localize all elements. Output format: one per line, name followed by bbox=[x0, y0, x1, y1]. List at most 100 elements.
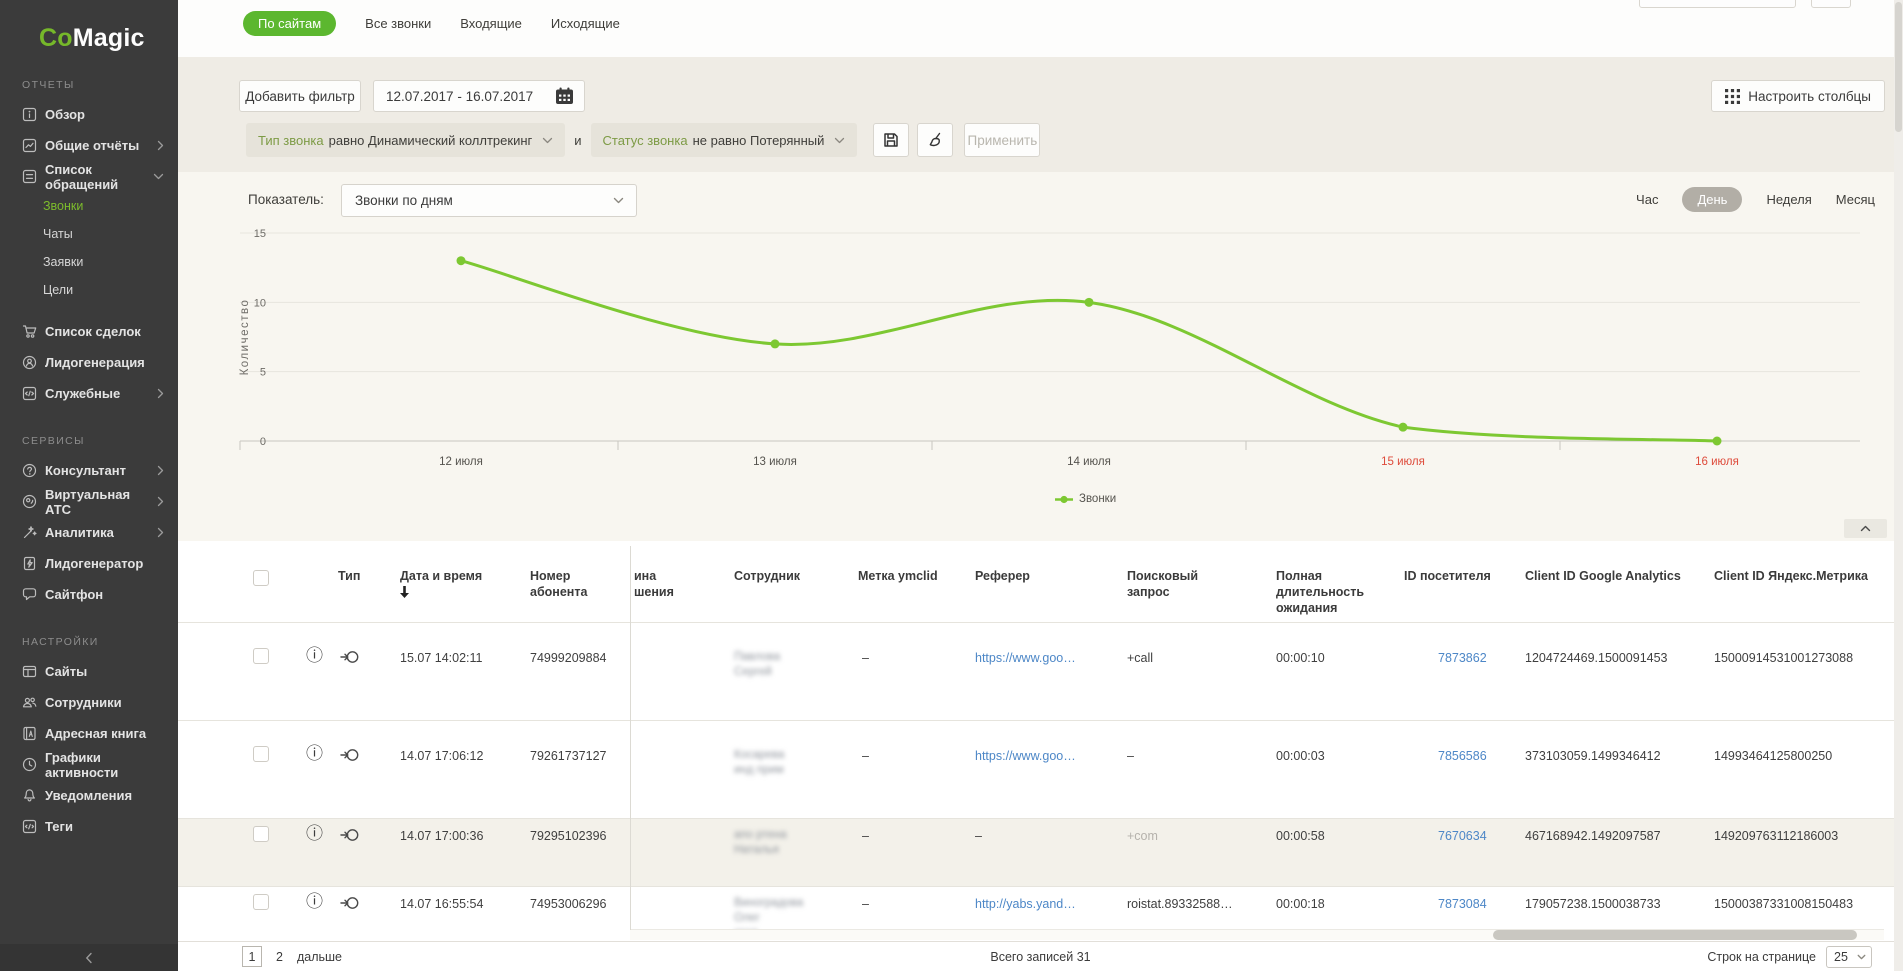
cell-visitor-id[interactable]: 7856586 bbox=[1438, 748, 1487, 764]
cell-search-query: +call bbox=[1127, 650, 1153, 666]
sort-desc-icon[interactable] bbox=[400, 586, 482, 598]
sidebar-gap bbox=[0, 304, 178, 316]
granularity-option[interactable]: Месяц bbox=[1836, 192, 1875, 207]
granularity-option[interactable]: Неделя bbox=[1766, 192, 1811, 207]
sidebar-item-phone-circle[interactable]: Виртуальная АТС bbox=[0, 486, 178, 517]
row-checkbox[interactable] bbox=[253, 746, 269, 762]
sidebar-subitem[interactable]: Цели bbox=[0, 276, 178, 304]
data-point[interactable] bbox=[1399, 423, 1408, 432]
tab-item[interactable]: Входящие bbox=[460, 16, 522, 31]
row-checkbox[interactable] bbox=[253, 894, 269, 910]
save-filter-button[interactable] bbox=[873, 123, 909, 157]
sidebar-item-tag-window[interactable]: Теги bbox=[0, 811, 178, 842]
clear-filter-button[interactable] bbox=[917, 123, 953, 157]
granularity-option[interactable]: Час bbox=[1636, 192, 1658, 207]
tab-item[interactable]: Исходящие bbox=[551, 16, 620, 31]
cell-referrer[interactable]: https://www.goo… bbox=[975, 650, 1076, 666]
column-header-ymclid[interactable]: Метка ymclid bbox=[858, 568, 938, 584]
cell-phone: 74999209884 bbox=[530, 650, 606, 666]
sidebar-item-clock[interactable]: Графики активности bbox=[0, 749, 178, 780]
chevron-right-icon bbox=[157, 496, 164, 507]
sidebar-item-bell[interactable]: Уведомления bbox=[0, 780, 178, 811]
sidebar-item-cart[interactable]: Список сделок bbox=[0, 316, 178, 347]
filter-chip-field: Статус звонка bbox=[603, 133, 688, 148]
data-point[interactable] bbox=[457, 256, 466, 265]
add-filter-button[interactable]: Добавить фильтр bbox=[239, 80, 361, 112]
sidebar-section-label: СЕРВИСЫ bbox=[22, 435, 178, 447]
sidebar-item-label: Графики активности bbox=[45, 750, 164, 780]
configure-columns-button[interactable]: Настроить столбцы bbox=[1711, 80, 1885, 112]
sidebar-item-address-book[interactable]: Адресная книга bbox=[0, 718, 178, 749]
tab-item[interactable]: Все звонки bbox=[365, 16, 431, 31]
sidebar-item-lightning-doc[interactable]: Лидогенератор bbox=[0, 548, 178, 579]
column-header-vid[interactable]: ID посетителя bbox=[1404, 568, 1491, 584]
cell-referrer[interactable]: https://www.goo… bbox=[975, 748, 1076, 764]
tab-active[interactable]: По сайтам bbox=[243, 11, 336, 36]
table-row[interactable]: ⓘ15.07 14:02:1174999209884ПавловаСергей–… bbox=[178, 622, 1903, 720]
data-point[interactable] bbox=[1713, 437, 1722, 446]
column-header-ga[interactable]: Client ID Google Analytics bbox=[1525, 568, 1681, 584]
filter-chip[interactable]: Тип звонкаравно Динамический коллтрекинг bbox=[246, 123, 565, 157]
sidebar-subitem[interactable]: Чаты bbox=[0, 220, 178, 248]
y-tick-label: 5 bbox=[260, 367, 266, 379]
column-header-label: Номер абонента bbox=[530, 569, 587, 599]
metric-value: Звонки по дням bbox=[355, 193, 453, 208]
row-checkbox[interactable] bbox=[253, 826, 269, 842]
apply-filter-button[interactable]: Применить bbox=[964, 123, 1040, 157]
chevron-up-icon bbox=[1860, 525, 1871, 532]
column-header-partial[interactable]: ина шения bbox=[634, 568, 674, 600]
sidebar-collapse-button[interactable] bbox=[0, 944, 178, 971]
comagic-logo[interactable]: CoMagic bbox=[39, 24, 178, 53]
sidebar-item-reports[interactable]: Общие отчёты bbox=[0, 130, 178, 161]
granularity-active[interactable]: День bbox=[1682, 187, 1742, 212]
filter-chips-row: Тип звонкаравно Динамический коллтрекинг… bbox=[246, 123, 1040, 157]
cell-referrer[interactable]: http://yabs.yand… bbox=[975, 896, 1076, 912]
global-search-button[interactable] bbox=[1811, 0, 1851, 8]
column-header-wait[interactable]: Полная длительность ожидания bbox=[1276, 568, 1364, 616]
column-header-type[interactable]: Тип bbox=[338, 568, 360, 584]
data-point[interactable] bbox=[1085, 298, 1094, 307]
table-row[interactable]: ⓘ14.07 17:06:1279261737127Косареваинд пр… bbox=[178, 720, 1903, 818]
metric-select[interactable]: Звонки по дням bbox=[341, 184, 637, 217]
rows-per-page-select[interactable]: 25 bbox=[1826, 946, 1872, 968]
sidebar-item-magic-wand[interactable]: Аналитика bbox=[0, 517, 178, 548]
info-icon[interactable]: ⓘ bbox=[306, 746, 323, 762]
cell-search-query: roistat.89332588… bbox=[1127, 896, 1233, 912]
sidebar-item-table[interactable]: Сайты bbox=[0, 656, 178, 687]
info-icon[interactable]: ⓘ bbox=[306, 648, 323, 664]
cell-visitor-id[interactable]: 7873862 bbox=[1438, 650, 1487, 666]
sidebar-item-code-window[interactable]: Служебные bbox=[0, 378, 178, 409]
sidebar-subitem[interactable]: Заявки bbox=[0, 248, 178, 276]
column-header-ref[interactable]: Реферер bbox=[975, 568, 1030, 584]
info-icon[interactable]: ⓘ bbox=[306, 894, 323, 910]
sidebar-item-requests[interactable]: Список обращений bbox=[0, 161, 178, 192]
sidebar-item-people[interactable]: Сотрудники bbox=[0, 687, 178, 718]
cell-visitor-id[interactable]: 7873084 bbox=[1438, 896, 1487, 912]
table-row[interactable]: ⓘ14.07 17:00:3679295102396апо ртенаНатал… bbox=[178, 818, 1903, 886]
horizontal-scrollbar-thumb[interactable] bbox=[1493, 930, 1857, 940]
sidebar-item-overview[interactable]: Обзор bbox=[0, 99, 178, 130]
column-header-query[interactable]: Поисковый запрос bbox=[1127, 568, 1198, 600]
info-icon[interactable]: ⓘ bbox=[306, 826, 323, 842]
sidebar-item-consultant[interactable]: Консультант bbox=[0, 455, 178, 486]
sidebar-subitem[interactable]: Звонки bbox=[0, 192, 178, 220]
column-header-ym[interactable]: Client ID Яндекс.Метрика bbox=[1714, 568, 1868, 584]
cell-visitor-id[interactable]: 7670634 bbox=[1438, 828, 1487, 844]
chart-collapse-button[interactable] bbox=[1844, 519, 1887, 538]
x-tick-label: 13 июля bbox=[753, 456, 797, 468]
vertical-scrollbar-thumb[interactable] bbox=[1895, 2, 1902, 132]
column-header-emp[interactable]: Сотрудник bbox=[734, 568, 800, 584]
filter-chip[interactable]: Статус звонкане равно Потерянный bbox=[591, 123, 858, 157]
sidebar-item-site-phone[interactable]: Сайтфон bbox=[0, 579, 178, 610]
column-header-date[interactable]: Дата и время bbox=[400, 568, 482, 598]
column-header-phone[interactable]: Номер абонента bbox=[530, 568, 587, 600]
select-all-checkbox[interactable] bbox=[253, 570, 269, 586]
cell-ga-client-id: 1204724469.1500091453 bbox=[1525, 650, 1668, 666]
sidebar-item-label: Список обращений bbox=[45, 162, 153, 192]
date-range-picker[interactable]: 12.07.2017 - 16.07.2017 bbox=[373, 80, 585, 112]
row-checkbox[interactable] bbox=[253, 648, 269, 664]
sidebar-item-leadgen[interactable]: Лидогенерация bbox=[0, 347, 178, 378]
global-search-input[interactable] bbox=[1639, 0, 1796, 8]
data-point[interactable] bbox=[771, 339, 780, 348]
vertical-scrollbar-track[interactable] bbox=[1894, 0, 1903, 971]
